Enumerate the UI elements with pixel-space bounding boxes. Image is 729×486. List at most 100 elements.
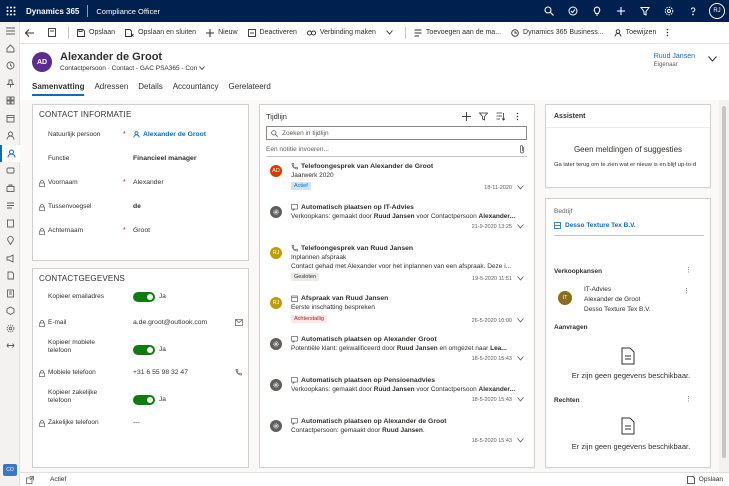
tab-samenvatting[interactable]: Samenvatting (32, 82, 85, 96)
menu-icon[interactable] (0, 22, 20, 40)
campaigns-icon[interactable] (0, 250, 20, 268)
divider (68, 26, 69, 39)
expand-chevron-icon[interactable] (517, 318, 524, 323)
owner-field: Ruud Jansen Eigenaar (654, 53, 695, 68)
page-scrollbar[interactable] (719, 100, 729, 472)
timeline-item[interactable]: RJ Afspraak van Ruud Jansen Eerste insch… (260, 293, 534, 333)
empty-state-text: Er zijn geen gegevens beschikbaar. (571, 371, 691, 380)
record-subtitle: Contactpersoon · Contact - GAC PSA365 - … (60, 65, 206, 72)
copy-business-phone-toggle[interactable] (133, 395, 155, 405)
task-flow-icon[interactable] (561, 0, 585, 22)
recent-icon[interactable] (0, 57, 20, 75)
settings-icon[interactable] (0, 320, 20, 338)
filter-icon[interactable] (475, 110, 492, 122)
natural-person-lookup[interactable]: Alexander de Groot (133, 131, 206, 138)
timeline-item[interactable]: Automatisch plaatsen op Alexander Groot … (260, 334, 534, 374)
filter-icon[interactable] (633, 0, 657, 22)
expand-chevron-icon[interactable] (517, 276, 524, 281)
attachment-icon[interactable] (519, 145, 525, 154)
more-options-icon[interactable]: ⋮ (685, 395, 692, 403)
deactivate-button[interactable]: Deactiveren (243, 22, 302, 44)
function-input[interactable]: Financieel manager (133, 155, 196, 162)
lightbulb-icon[interactable] (585, 0, 609, 22)
copy-mobile-toggle[interactable] (133, 345, 155, 355)
connect-button[interactable]: Verbinding maken (302, 22, 381, 44)
header-expand-chevron-icon[interactable] (708, 56, 717, 64)
expand-chevron-icon[interactable] (517, 224, 524, 229)
tab-details[interactable]: Details (138, 82, 162, 96)
tab-gerelateerd[interactable]: Gerelateerd (229, 82, 271, 96)
more-options-icon[interactable] (661, 22, 678, 44)
more-options-icon[interactable]: ⋮ (685, 266, 692, 274)
auto-post-avatar (270, 379, 282, 391)
gear-icon[interactable] (657, 0, 681, 22)
toggle-label: Ja (159, 396, 166, 403)
copy-email-toggle[interactable] (133, 292, 155, 302)
phone-icon[interactable] (235, 369, 242, 376)
help-icon[interactable] (681, 0, 705, 22)
timeline-item[interactable]: Automatisch plaatsen op IT-Advies Verkoo… (260, 202, 534, 242)
opportunity-avatar: IT (558, 291, 572, 305)
app-launcher-icon[interactable] (0, 0, 22, 22)
search-icon[interactable] (537, 0, 561, 22)
quotes-icon[interactable] (0, 197, 20, 215)
assign-button[interactable]: Toewijzen (609, 22, 662, 44)
leads-icon[interactable] (0, 162, 20, 180)
contact-info-section: CONTACT INFORMATIE Natuurlijk persoon * … (32, 104, 249, 261)
home-icon[interactable] (0, 40, 20, 58)
field-label: Functie (48, 155, 70, 162)
expand-chevron-icon[interactable] (517, 185, 524, 190)
app-name[interactable]: Dynamics 365 (26, 7, 79, 16)
documents-icon[interactable] (0, 267, 20, 285)
tab-adressen[interactable]: Adressen (94, 82, 128, 96)
record-avatar: AD (32, 52, 52, 72)
expand-chevron-icon[interactable] (517, 356, 524, 361)
area-switcher-button[interactable]: CO (3, 464, 17, 476)
timeline-item[interactable]: Automatisch plaatsen op Pensioenadvies V… (260, 375, 534, 415)
timeline-item[interactable]: AD Telefoongesprek van Alexander de Groo… (260, 161, 534, 201)
tab-accountancy[interactable]: Accountancy (173, 82, 219, 96)
opportunity-name[interactable]: IT-Advies (584, 286, 611, 293)
send-email-icon[interactable] (235, 319, 243, 326)
scrollbar-thumb[interactable] (722, 106, 726, 458)
more-options-icon[interactable] (509, 110, 526, 122)
contacts-icon[interactable] (0, 144, 20, 162)
form-toggle-button[interactable] (43, 22, 65, 44)
activities-icon[interactable] (0, 110, 20, 128)
chevron-down-icon[interactable] (199, 66, 206, 71)
dashboard-icon[interactable] (0, 92, 20, 110)
add-to-marketing-list-button[interactable]: Toevoegen aan de ma... (409, 22, 506, 44)
form-selector[interactable]: Contact - GAC PSA365 - Con (112, 65, 198, 72)
company-lookup[interactable]: Desso Texture Tex B.V. (554, 222, 636, 229)
more-commands-chevron-icon[interactable] (381, 22, 402, 44)
sort-list-icon[interactable] (492, 110, 509, 122)
add-icon[interactable] (458, 110, 475, 122)
save-button[interactable]: Opslaan (72, 22, 120, 44)
area-name[interactable]: Compliance Officer (96, 7, 160, 16)
pin-icon[interactable] (0, 75, 20, 93)
user-avatar[interactable]: RJ (709, 3, 725, 19)
new-button[interactable]: Nieuw (201, 22, 242, 44)
timeline-item[interactable]: RJ Telefoongesprek van Ruud Jansen Inpla… (260, 243, 534, 291)
plus-icon[interactable] (609, 0, 633, 22)
products-icon[interactable] (0, 302, 20, 320)
orders-icon[interactable] (0, 215, 20, 233)
location-icon[interactable] (0, 232, 20, 250)
integration-icon[interactable] (0, 337, 20, 355)
timeline-search-input[interactable]: Zoeken in tijdlijn (266, 126, 527, 140)
save-and-close-button[interactable]: Opslaan en sluiten (120, 22, 201, 44)
owner-name-link[interactable]: Ruud Jansen (654, 53, 695, 60)
expand-chevron-icon[interactable] (517, 397, 524, 402)
expand-chevron-icon[interactable] (517, 438, 524, 443)
status-save-button[interactable]: Opslaan (686, 475, 723, 484)
timeline-item[interactable]: Automatisch plaatsen op Alexander de Gro… (260, 416, 534, 456)
field-label: Kopieer emailadres (48, 293, 105, 300)
open-in-window-icon[interactable] (26, 475, 34, 484)
accounts-icon[interactable] (0, 127, 20, 145)
back-button[interactable] (20, 22, 43, 44)
business-central-button[interactable]: Dynamics 365 Business... (506, 22, 609, 44)
note-input[interactable]: Een notitie invoeren... (266, 146, 527, 153)
invoices-icon[interactable] (0, 285, 20, 303)
opportunities-icon[interactable] (0, 180, 20, 198)
more-options-icon[interactable]: ⋮ (683, 287, 690, 295)
